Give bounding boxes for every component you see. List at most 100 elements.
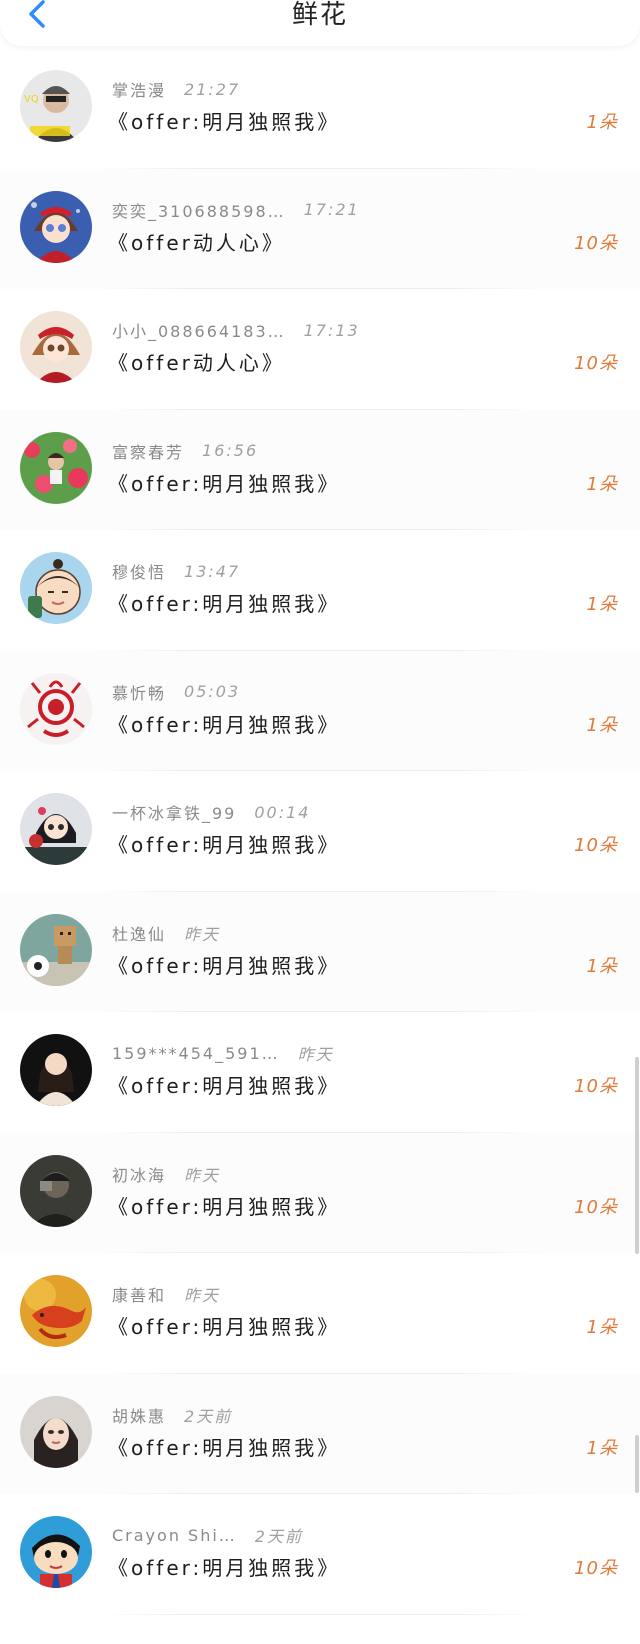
flower-count: 10朵 [574, 353, 618, 374]
flower-count: 1朵 [586, 112, 618, 133]
sender-name: 富察春芳 [112, 442, 185, 462]
send-time: 13:47 [184, 561, 241, 581]
sender-meta: 富察春芳 16:56 [112, 440, 258, 462]
gift-name: 《offer:明月独照我》 [108, 471, 341, 496]
gift-name: 《offer:明月独照我》 [108, 1556, 341, 1580]
send-time: 21:27 [184, 79, 241, 99]
avatar[interactable] [20, 311, 92, 383]
sender-meta: 慕忻畅 05:03 [112, 681, 240, 703]
flower-count: 1朵 [586, 594, 618, 615]
gift-name: 《offer动人心》 [108, 351, 285, 375]
send-time: 2天前 [184, 1406, 233, 1426]
gift-name: 《offer:明月独照我》 [108, 110, 341, 134]
sender-meta: 穆俊悟 13:47 [112, 560, 241, 583]
avatar[interactable] [20, 190, 92, 263]
send-time: 昨天 [184, 1165, 221, 1185]
list-item[interactable]: VQ 掌浩漫 21:27 《offer:明月独照我》 1朵 [0, 48, 640, 169]
avatar-image [20, 913, 92, 986]
avatar-image: VQ [20, 70, 92, 142]
avatar[interactable] [20, 913, 92, 986]
sender-name: 康善和 [112, 1286, 167, 1305]
avatar-image [20, 311, 92, 383]
list-item[interactable]: 慕忻畅 05:03 《offer:明月独照我》 1朵 [0, 650, 640, 771]
avatar[interactable] [20, 552, 92, 624]
gift-name: 《offer:明月独照我》 [108, 712, 341, 737]
flower-count: 1朵 [586, 1437, 618, 1459]
avatar[interactable] [20, 793, 92, 865]
avatar-image [20, 552, 92, 624]
send-time: 05:03 [184, 682, 241, 701]
list-item[interactable]: 一杯冰拿铁_99 00:14 《offer:明月独照我》 10朵 [0, 771, 640, 892]
gift-name: 《offer:明月独照我》 [108, 953, 341, 978]
list-item[interactable]: 小小_088664183… 17:13 《offer动人心》 10朵 [0, 289, 640, 410]
avatar-image [20, 190, 92, 263]
avatar[interactable] [20, 672, 92, 745]
avatar[interactable] [20, 1395, 92, 1468]
flower-count: 10朵 [574, 1558, 618, 1579]
list-item[interactable]: 初冰海 昨天 《offer:明月独照我》 10朵 [0, 1132, 640, 1253]
list-item[interactable]: 穆俊悟 13:47 《offer:明月独照我》 1朵 [0, 530, 640, 651]
list-item[interactable]: 康善和 昨天 《offer:明月独照我》 1朵 [0, 1253, 640, 1374]
send-time: 17:13 [303, 320, 360, 340]
gift-name: 《offer:明月独照我》 [108, 592, 341, 616]
sender-name: Crayon Shi… [112, 1525, 237, 1545]
sender-name: 初冰海 [112, 1165, 167, 1185]
avatar-image [20, 1516, 92, 1588]
gift-name: 《offer:明月独照我》 [108, 1315, 341, 1339]
send-time: 16:56 [202, 441, 259, 460]
flower-count: 1朵 [586, 473, 618, 495]
top-navigation-bar: 鲜花 [0, 0, 640, 46]
sender-name: 159***454_591… [112, 1043, 280, 1063]
sender-meta: 一杯冰拿铁_99 00:14 [112, 801, 311, 824]
flower-count: 1朵 [586, 955, 618, 977]
sender-meta: 159***454_591… 昨天 [112, 1042, 334, 1065]
scrollbar-indicator [635, 1435, 639, 1493]
list-item[interactable]: Crayon Shi… 2天前 《offer:明月独照我》 10朵 [0, 1494, 640, 1615]
page-title: 鲜花 [291, 0, 348, 30]
gift-name: 《offer动人心》 [108, 230, 285, 255]
gift-name: 《offer:明月独照我》 [108, 833, 341, 857]
avatar-image [20, 1395, 92, 1468]
sender-name: 穆俊悟 [112, 563, 167, 582]
list-item[interactable]: 杜逸仙 昨天 《offer:明月独照我》 1朵 [0, 891, 640, 1012]
avatar[interactable] [20, 1034, 92, 1106]
avatar-image [20, 431, 92, 504]
sender-meta: 康善和 昨天 [112, 1283, 220, 1305]
send-time: 2天前 [254, 1527, 303, 1546]
avatar-image [20, 672, 92, 745]
avatar-image [20, 793, 92, 865]
gift-name: 《offer:明月独照我》 [108, 1194, 341, 1219]
sender-name: 一杯冰拿铁_99 [112, 804, 237, 823]
list-item[interactable]: 159***454_591… 昨天 《offer:明月独照我》 10朵 [0, 1012, 640, 1133]
sender-meta: 小小_088664183… 17:13 [112, 319, 360, 342]
avatar[interactable] [20, 1275, 92, 1347]
avatar-image [20, 1034, 92, 1106]
sender-name: 杜逸仙 [112, 924, 167, 944]
send-time: 17:21 [303, 200, 360, 219]
avatar[interactable] [20, 431, 92, 504]
sender-meta: 奕奕_310688598… 17:21 [112, 199, 360, 221]
sender-meta: 初冰海 昨天 [112, 1163, 220, 1185]
list-item[interactable]: 胡姝惠 2天前 《offer:明月独照我》 1朵 [0, 1373, 640, 1494]
avatar[interactable]: VQ [20, 70, 92, 142]
send-time: 昨天 [297, 1045, 334, 1064]
sender-name: 慕忻畅 [112, 683, 167, 703]
send-time: 00:14 [254, 802, 311, 822]
list-item[interactable]: 奕奕_310688598… 17:21 《offer动人心》 10朵 [0, 168, 640, 289]
flower-count: 10朵 [574, 1196, 618, 1218]
flower-count: 1朵 [586, 714, 618, 736]
list-item[interactable]: 富察春芳 16:56 《offer:明月独照我》 1朵 [0, 409, 640, 530]
flower-count: 10朵 [574, 1076, 618, 1097]
avatar-image [20, 1154, 92, 1227]
avatar[interactable] [20, 1516, 92, 1588]
flower-count: 10朵 [574, 835, 618, 856]
divider [100, 1613, 540, 1615]
sender-name: 小小_088664183… [112, 322, 286, 341]
avatar[interactable] [20, 1154, 92, 1227]
flower-record-list: VQ 掌浩漫 21:27 《offer:明月独照我》 1朵 奕奕_3106885… [0, 48, 640, 1615]
scrollbar[interactable] [635, 1057, 639, 1254]
avatar-image [20, 1275, 92, 1347]
sender-meta: Crayon Shi… 2天前 [112, 1524, 303, 1547]
flower-count: 10朵 [574, 232, 618, 254]
gift-name: 《offer:明月独照我》 [108, 1435, 341, 1460]
